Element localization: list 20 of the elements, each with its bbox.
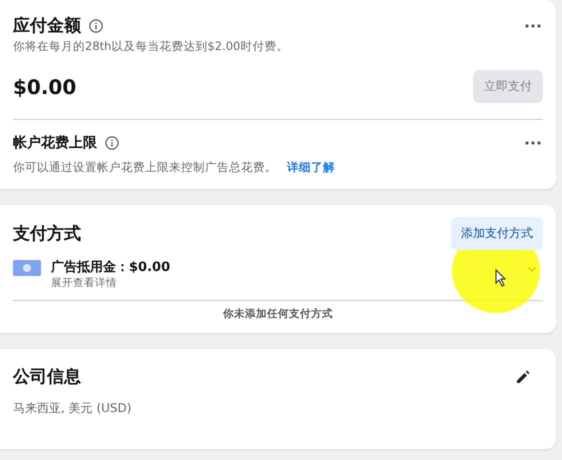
info-icon[interactable] xyxy=(105,136,119,150)
amount-text: $0.00 xyxy=(13,74,76,98)
credit-hint: 展开查看详情 xyxy=(51,276,117,290)
credit-label: 广告抵用金：$0.00 xyxy=(51,258,170,276)
add-payment-method-button[interactable]: 添加支付方式 xyxy=(451,217,543,250)
coupon-icon xyxy=(13,260,41,276)
description-text: 你可以通过设置帐户花费上限来控制广告总花费。 xyxy=(13,160,277,175)
more-icon[interactable] xyxy=(525,141,541,145)
section-title: 公司信息 xyxy=(13,366,81,388)
business-info-text: 马来西亚, 美元 (USD) xyxy=(13,400,132,417)
description-text: 你将在每月的28th以及每当花费达到$2.00时付费。 xyxy=(13,39,290,54)
more-icon[interactable] xyxy=(525,24,541,28)
learn-more-link[interactable]: 详细了解 xyxy=(287,160,335,175)
section-title: 应付金额 xyxy=(13,15,81,37)
info-icon[interactable] xyxy=(89,18,103,32)
section-title: 支付方式 xyxy=(13,223,81,245)
empty-message: 你未添加任何支付方式 xyxy=(222,307,334,321)
edit-icon[interactable] xyxy=(515,368,531,384)
section-title: 帐户花费上限 xyxy=(13,134,97,152)
cursor-icon xyxy=(495,269,507,287)
